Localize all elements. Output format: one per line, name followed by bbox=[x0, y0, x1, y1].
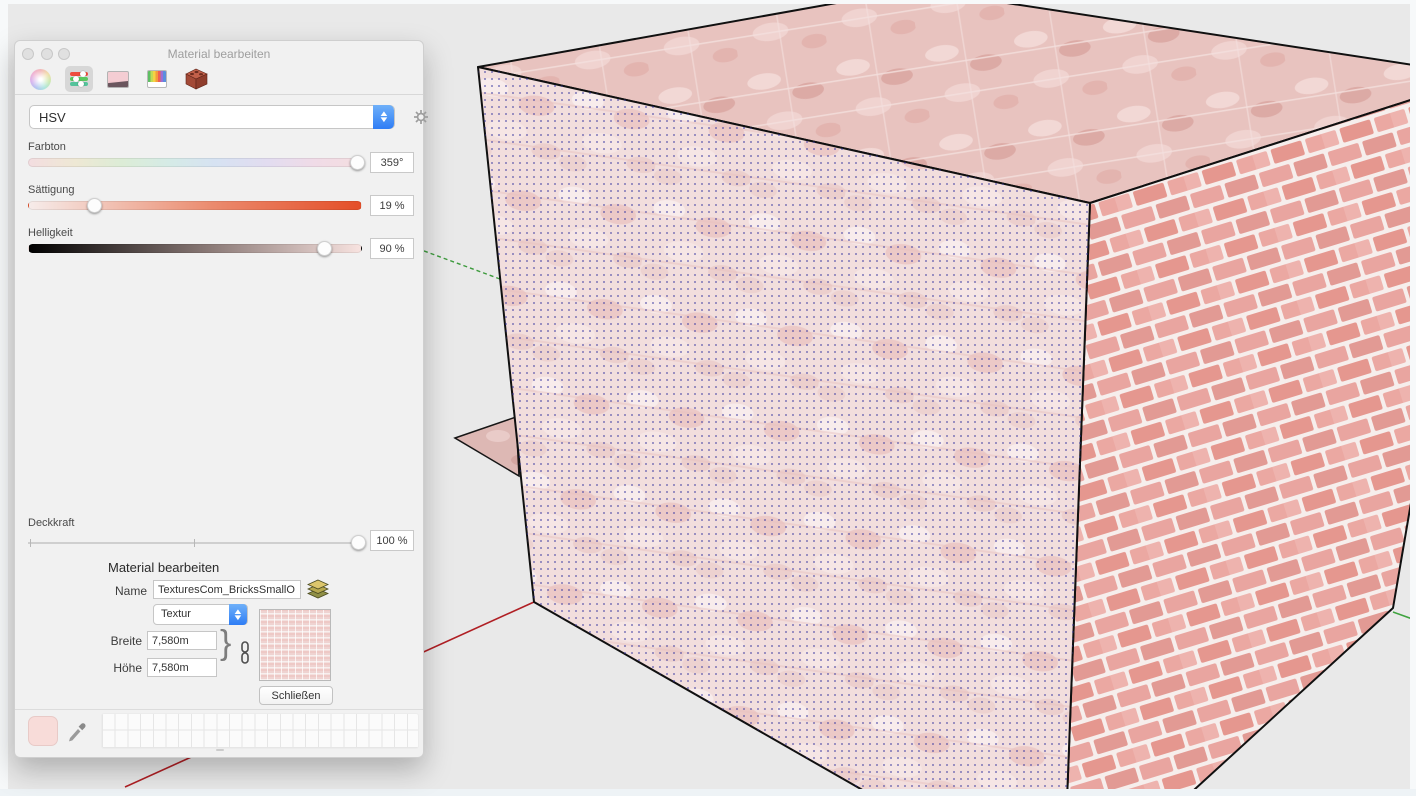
image-palette-icon bbox=[107, 71, 129, 88]
ground-face[interactable] bbox=[455, 417, 519, 476]
texture-width-input[interactable] bbox=[147, 631, 217, 650]
hue-slider[interactable] bbox=[28, 158, 362, 167]
brightness-slider[interactable] bbox=[28, 244, 362, 253]
tab-material-brick[interactable] bbox=[182, 66, 210, 92]
picker-mode-value: HSV bbox=[39, 110, 66, 125]
material-editor-dialog: Material bearbeiten bbox=[14, 40, 424, 758]
aspect-link-brace: } bbox=[220, 624, 231, 663]
gear-icon[interactable] bbox=[413, 109, 429, 125]
tab-image-palettes[interactable] bbox=[104, 66, 132, 92]
material-section-title: Material bearbeiten bbox=[108, 560, 219, 575]
swatch-area-divider bbox=[15, 709, 423, 710]
material-type-select[interactable]: Textur ▲▼ bbox=[153, 604, 248, 625]
cube-right-face[interactable] bbox=[1067, 97, 1410, 789]
opacity-label: Deckkraft bbox=[28, 517, 74, 529]
width-label: Breite bbox=[90, 634, 142, 648]
hue-slider-thumb[interactable] bbox=[350, 155, 365, 170]
opacity-slider[interactable] bbox=[28, 542, 362, 544]
brightness-value: 90 % bbox=[370, 238, 414, 259]
window-title: Material bearbeiten bbox=[15, 47, 423, 61]
tab-color-wheel[interactable] bbox=[26, 66, 54, 92]
dialog-titlebar[interactable]: Material bearbeiten bbox=[15, 41, 423, 63]
select-stepper-icon: ▲▼ bbox=[373, 105, 394, 129]
picker-mode-toolbar bbox=[26, 65, 210, 93]
saturation-slider[interactable] bbox=[28, 201, 362, 210]
pencils-icon bbox=[147, 70, 167, 88]
material-type-value: Textur bbox=[161, 608, 191, 620]
sliders-icon bbox=[70, 72, 88, 87]
brightness-label: Helligkeit bbox=[28, 227, 73, 239]
height-label: Höhe bbox=[90, 661, 142, 675]
name-label: Name bbox=[113, 584, 147, 598]
texture-preview-thumbnail[interactable] bbox=[259, 609, 331, 681]
saturation-slider-thumb[interactable] bbox=[87, 198, 102, 213]
in-model-stack-icon[interactable] bbox=[306, 577, 330, 601]
hue-label: Farbton bbox=[28, 141, 66, 153]
select-stepper-icon: ▲▼ bbox=[229, 604, 247, 625]
green-axis bbox=[1393, 612, 1410, 621]
window-frame-bottom bbox=[0, 789, 1416, 796]
picker-mode-select[interactable]: HSV ▲▼ bbox=[29, 105, 395, 129]
material-name-input[interactable] bbox=[153, 580, 301, 599]
toolbar-divider bbox=[15, 94, 423, 95]
current-color-swatch[interactable] bbox=[28, 716, 58, 746]
close-material-button[interactable]: Schließen bbox=[259, 686, 333, 705]
tab-color-sliders[interactable] bbox=[65, 66, 93, 92]
texture-height-input[interactable] bbox=[147, 658, 217, 677]
brick-icon bbox=[183, 68, 209, 90]
tab-pencils[interactable] bbox=[143, 66, 171, 92]
chain-link-icon[interactable] bbox=[239, 641, 251, 665]
opacity-slider-thumb[interactable] bbox=[351, 535, 366, 550]
brightness-slider-thumb[interactable] bbox=[317, 241, 332, 256]
saturation-value: 19 % bbox=[370, 195, 414, 216]
eyedropper-icon[interactable] bbox=[67, 718, 87, 742]
color-wheel-icon bbox=[30, 69, 51, 90]
resize-handle[interactable] bbox=[216, 749, 224, 751]
opacity-value: 100 % bbox=[370, 530, 414, 551]
saturation-label: Sättigung bbox=[28, 184, 74, 196]
custom-swatches-grid[interactable] bbox=[101, 713, 419, 749]
hue-value: 359° bbox=[370, 152, 414, 173]
